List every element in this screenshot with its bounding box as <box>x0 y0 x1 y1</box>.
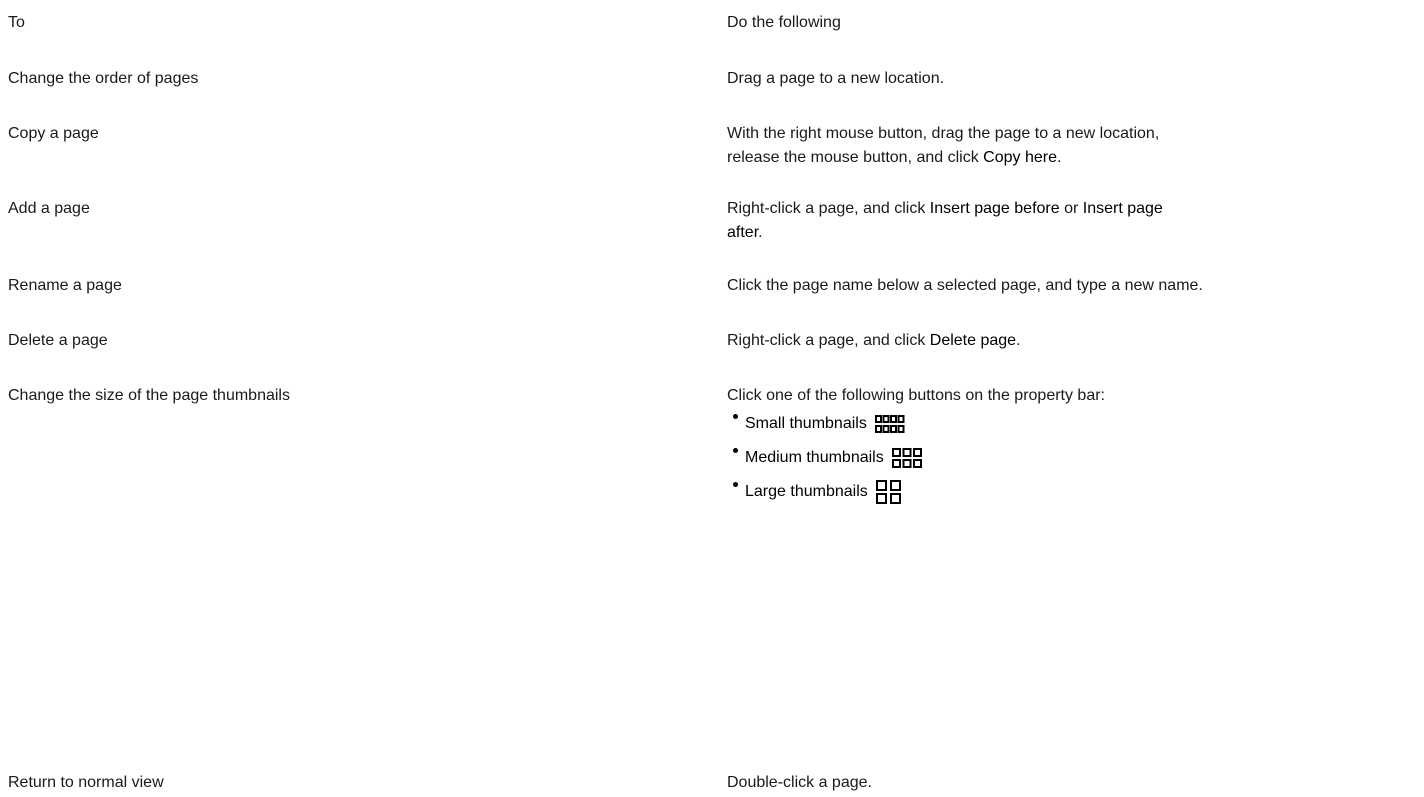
ui-term-insert-page: Insert page <box>1082 200 1163 217</box>
option-label-medium-thumbnails: Medium thumbnails <box>745 449 884 466</box>
row-action: Click one of the following buttons on th… <box>727 384 1417 506</box>
action-text: . <box>1016 332 1021 349</box>
action-text: Click one of the following buttons on th… <box>727 387 1105 404</box>
row-task: Change the order of pages <box>8 70 199 87</box>
action-text: Double-click a page. <box>727 774 872 791</box>
row-action: With the right mouse button, drag the pa… <box>727 122 1417 170</box>
row-task: Change the size of the page thumbnails <box>8 387 290 404</box>
action-text: Drag a page to a new location. <box>727 70 945 87</box>
bullet <box>733 482 738 487</box>
header-to: To <box>8 14 25 31</box>
list-item: Small thumbnails <box>727 410 1417 438</box>
option-label-small-thumbnails: Small thumbnails <box>745 415 867 432</box>
row-task: Copy a page <box>8 125 99 142</box>
action-text: Right-click a page, and click <box>727 332 930 349</box>
list-item: Medium thumbnails <box>727 444 1417 472</box>
ui-term-copy-here: Copy here <box>983 149 1057 166</box>
row-action: Click the page name below a selected pag… <box>727 274 1417 298</box>
row-task: Rename a page <box>8 277 122 294</box>
action-text: Right-click a page, and click <box>727 200 930 217</box>
large-thumbnails-icon <box>875 480 902 504</box>
row-action: Drag a page to a new location. <box>727 67 1417 91</box>
action-text: Click the page name below a selected pag… <box>727 277 1203 294</box>
small-thumbnails-icon <box>874 415 905 433</box>
bullet <box>733 414 738 419</box>
option-label-large-thumbnails: Large thumbnails <box>745 483 868 500</box>
ui-term-insert-page-before: Insert page before <box>929 200 1060 217</box>
medium-thumbnails-icon <box>891 448 922 468</box>
ui-term-delete-page: Delete page <box>929 332 1017 349</box>
thumbnail-size-options: Small thumbnails Medium thumbnails Large… <box>727 410 1417 506</box>
ui-term-after: after <box>727 224 759 241</box>
row-task: Return to normal view <box>8 774 164 791</box>
list-item: Large thumbnails <box>727 478 1417 506</box>
action-text: or <box>1059 200 1083 217</box>
header-do-the-following: Do the following <box>727 14 841 31</box>
row-action: Right-click a page, and click Delete pag… <box>727 329 1417 353</box>
action-text: With the right mouse button, drag the pa… <box>727 125 1160 142</box>
bullet <box>733 448 738 453</box>
action-text: . <box>758 224 763 241</box>
row-task: Delete a page <box>8 332 108 349</box>
row-action: Right-click a page, and click Insert pag… <box>727 197 1417 245</box>
action-text: release the mouse button, and click <box>727 149 984 166</box>
row-action: Double-click a page. <box>727 771 1417 795</box>
action-text: . <box>1056 149 1062 166</box>
row-task: Add a page <box>8 200 90 217</box>
